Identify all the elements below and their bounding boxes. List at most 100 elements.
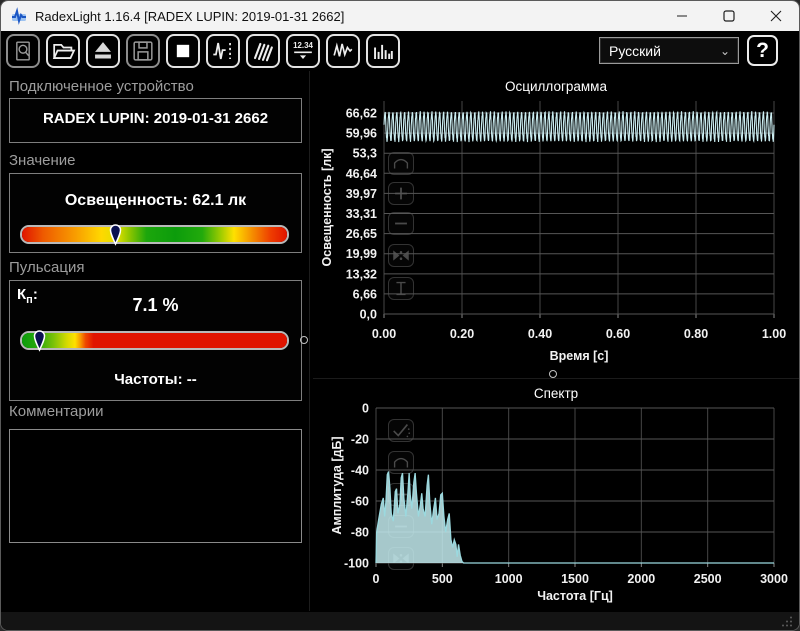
language-select[interactable]: Русский ⌄: [599, 37, 739, 64]
x-tick-label: 0.80: [684, 327, 708, 341]
help-button[interactable]: ?: [747, 35, 778, 66]
y-tick-label: 19,99: [346, 247, 377, 261]
y-tick-label: 26,65: [346, 227, 377, 241]
illuminance-marker-icon: [108, 221, 123, 246]
x-tick-label: 0.60: [606, 327, 630, 341]
toolbar: 12.34 Русский ⌄ ?: [1, 31, 799, 69]
app-icon: [10, 7, 28, 25]
close-button[interactable]: [752, 1, 799, 31]
value-section-header: Значение: [9, 152, 76, 169]
close-icon: [770, 10, 782, 22]
x-tick-label: 0.40: [528, 327, 552, 341]
save-button[interactable]: [126, 34, 160, 68]
y-tick-label: 66,62: [346, 107, 377, 121]
x-tick-label: 0: [373, 572, 380, 586]
horizontal-splitter[interactable]: [313, 378, 799, 379]
device-name: RADEX LUPIN: 2019-01-31 2662: [10, 110, 301, 127]
vertical-splitter-handle[interactable]: [300, 336, 308, 344]
minimize-button[interactable]: [658, 1, 705, 31]
kp-label: Кп:: [17, 286, 38, 306]
numeric-display-icon: 12.34: [288, 36, 318, 66]
pulsation-section-header: Пульсация: [9, 259, 84, 276]
comments-input[interactable]: [9, 429, 302, 543]
open-folder-icon: [48, 36, 78, 66]
y-axis-label: Освещенность [лк]: [320, 149, 334, 267]
svg-text:12.34: 12.34: [293, 41, 313, 50]
pulse-measure-button[interactable]: [206, 34, 240, 68]
statusbar: [1, 611, 799, 631]
y-tick-label: -40: [351, 464, 369, 478]
vertical-splitter[interactable]: [309, 71, 310, 611]
maximize-button[interactable]: [705, 1, 752, 31]
x-tick-label: 1500: [561, 572, 589, 586]
stop-icon: [168, 36, 198, 66]
kp-value: 7.1 %: [10, 295, 301, 316]
y-tick-label: 0: [362, 402, 369, 416]
window-title: RadexLight 1.16.4 [RADEX LUPIN: 2019-01-…: [35, 9, 344, 24]
minimize-icon: [676, 10, 688, 22]
y-tick-label: 39,97: [346, 187, 377, 201]
x-tick-label: 1.00: [762, 327, 786, 341]
spectrum-view-icon: [368, 36, 398, 66]
illuminance-reading: Освещенность: 62.1 лк: [10, 192, 301, 210]
pulse-measure-icon: [208, 36, 238, 66]
y-tick-label: 6,66: [353, 287, 377, 301]
chart-title: Спектр: [534, 386, 578, 401]
oscillogram-view-button[interactable]: [326, 34, 360, 68]
y-tick-label: -100: [344, 557, 369, 571]
device-section-header: Подключенное устройство: [9, 78, 194, 95]
x-axis-label: Время [с]: [550, 349, 609, 363]
y-axis-label: Амплитуда [дБ]: [330, 436, 344, 534]
open-folder-button[interactable]: [46, 34, 80, 68]
x-tick-label: 500: [432, 572, 453, 586]
eject-icon: [88, 36, 118, 66]
spectrum-view-button[interactable]: [366, 34, 400, 68]
value-box: Освещенность: 62.1 лк: [9, 173, 302, 253]
illuminance-gradient: [22, 227, 287, 242]
y-tick-label: 13,32: [346, 267, 377, 281]
pulsation-marker-icon: [32, 327, 47, 352]
x-axis-label: Частота [Гц]: [537, 589, 613, 603]
y-tick-label: -60: [351, 495, 369, 509]
waveform-trace: [384, 111, 774, 142]
y-tick-label: 46,64: [346, 167, 377, 181]
app-window: RadexLight 1.16.4 [RADEX LUPIN: 2019-01-…: [0, 0, 800, 631]
spectrum-chart[interactable]: Спектр 0 500 1000 1500 2000 2500 3000 0 -20 -40 -60…: [311, 385, 800, 611]
y-tick-label: -20: [351, 433, 369, 447]
horizontal-splitter-handle[interactable]: [549, 370, 557, 378]
document-search-icon: [8, 36, 38, 66]
x-tick-label: 2500: [694, 572, 722, 586]
save-icon: [128, 36, 158, 66]
x-tick-label: 0.20: [450, 327, 474, 341]
numeric-display-button[interactable]: 12.34: [286, 34, 320, 68]
oscillogram-view-icon: [328, 36, 358, 66]
frequencies-value: Частоты: --: [10, 371, 301, 388]
device-box: RADEX LUPIN: 2019-01-31 2662: [9, 98, 302, 143]
stop-button[interactable]: [166, 34, 200, 68]
pulsation-sweep-button[interactable]: [246, 34, 280, 68]
language-value: Русский: [609, 43, 661, 59]
eject-button[interactable]: [86, 34, 120, 68]
x-tick-label: 1000: [495, 572, 523, 586]
pulsation-scale-bar: [20, 331, 289, 350]
x-tick-label: 2000: [627, 572, 655, 586]
illuminance-scale-bar: [20, 225, 289, 244]
chart-title: Осциллограмма: [505, 79, 607, 94]
y-tick-label: -80: [351, 526, 369, 540]
oscillogram-chart[interactable]: Осциллограмма 0.00 0.20 0.40 0.60 0.80 1.00 66,…: [311, 77, 800, 373]
chevron-down-icon: ⌄: [720, 44, 730, 58]
resize-grip-icon[interactable]: [781, 615, 793, 627]
pulsation-gradient: [22, 333, 287, 348]
pulsation-sweep-icon: [248, 36, 278, 66]
x-tick-label: 0.00: [372, 327, 396, 341]
comments-section-header: Комментарии: [9, 403, 103, 420]
y-tick-label: 33,31: [346, 207, 377, 221]
y-tick-label: 53,3: [353, 147, 377, 161]
document-search-button[interactable]: [6, 34, 40, 68]
y-tick-label: 0,0: [360, 308, 377, 322]
y-tick-label: 59,96: [346, 127, 377, 141]
maximize-icon: [723, 10, 735, 22]
x-tick-label: 3000: [760, 572, 788, 586]
pulsation-box: Кп: 7.1 % Частоты: --: [9, 280, 302, 401]
titlebar: RadexLight 1.16.4 [RADEX LUPIN: 2019-01-…: [1, 1, 799, 31]
